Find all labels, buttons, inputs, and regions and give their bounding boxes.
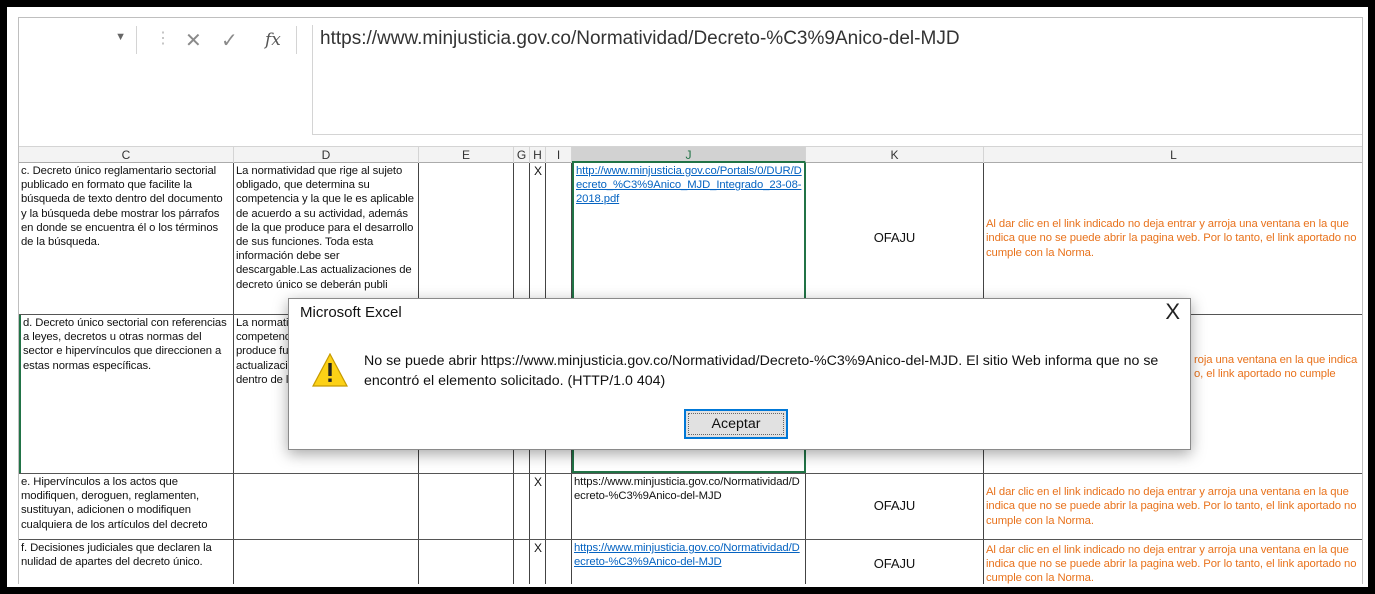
cell-i[interactable] [546, 474, 572, 539]
name-box[interactable]: ▼ [19, 26, 137, 54]
cell-l[interactable]: Al dar clic en el link indicado no deja … [984, 540, 1362, 584]
cell-k[interactable]: OFAJU [806, 540, 984, 584]
cell-d[interactable]: La normatividad que rige al sujeto oblig… [234, 163, 419, 314]
table-row: c. Decreto único reglamentario sectorial… [19, 163, 1362, 315]
screenshot-frame: ▼ ⋮ ✕ ✓ fx https://www.minjusticia.gov.c… [7, 7, 1368, 587]
column-header-c[interactable]: C [19, 147, 234, 163]
cell-j-link[interactable]: https://www.minjusticia.gov.co/Normativi… [572, 474, 806, 539]
column-headers: C D E G H I J K L [19, 146, 1362, 163]
cell-k[interactable]: OFAJU [806, 163, 984, 314]
cell-c[interactable]: f. Decisiones judiciales que declaren la… [19, 540, 234, 584]
accept-button[interactable]: Aceptar [684, 409, 788, 439]
column-header-h[interactable]: H [530, 147, 546, 163]
cell-e[interactable] [419, 163, 514, 314]
cell-d[interactable] [234, 540, 419, 584]
cell-l[interactable]: Al dar clic en el link indicado no deja … [984, 474, 1362, 539]
cell-h[interactable]: X [530, 163, 546, 314]
column-header-j[interactable]: J [572, 147, 806, 163]
formula-input[interactable]: https://www.minjusticia.gov.co/Normativi… [312, 25, 1362, 135]
cell-c[interactable]: e. Hipervínculos a los actos que modifiq… [19, 474, 234, 539]
warning-icon [312, 353, 348, 387]
cell-l[interactable]: Al dar clic en el link indicado no deja … [984, 163, 1362, 314]
enter-icon[interactable]: ✓ [221, 28, 238, 53]
cell-c[interactable]: c. Decreto único reglamentario sectorial… [19, 163, 234, 314]
column-header-l[interactable]: L [984, 147, 1362, 163]
dialog-title: Microsoft Excel [300, 304, 402, 321]
column-header-g[interactable]: G [514, 147, 530, 163]
insert-function-icon[interactable]: fx [265, 30, 281, 50]
cell-d[interactable] [234, 474, 419, 539]
table-row: e. Hipervínculos a los actos que modifiq… [19, 474, 1362, 540]
formula-buttons: ✕ ✓ fx [171, 26, 297, 54]
cell-h[interactable]: X [530, 540, 546, 584]
table-row: f. Decisiones judiciales que declaren la… [19, 540, 1362, 584]
cell-k[interactable]: OFAJU [806, 474, 984, 539]
cell-i[interactable] [546, 163, 572, 314]
chevron-down-icon[interactable]: ▼ [115, 31, 126, 43]
cell-i[interactable] [546, 540, 572, 584]
dialog-message: No se puede abrir https://www.minjustici… [364, 353, 1159, 389]
error-dialog: Microsoft Excel X No se puede abrir http… [288, 298, 1191, 450]
cell-h[interactable]: X [530, 474, 546, 539]
cell-g[interactable] [514, 474, 530, 539]
cell-c[interactable]: d. Decreto único sectorial con referenci… [19, 315, 234, 473]
cancel-icon[interactable]: ✕ [185, 28, 202, 53]
column-header-e[interactable]: E [419, 147, 514, 163]
cell-g[interactable] [514, 163, 530, 314]
cell-e[interactable] [419, 474, 514, 539]
cell-j-link[interactable]: https://www.minjusticia.gov.co/Normativi… [572, 540, 806, 584]
column-header-d[interactable]: D [234, 147, 419, 163]
cell-j-link[interactable]: http://www.minjusticia.gov.co/Portals/0/… [572, 163, 806, 314]
cell-g[interactable] [514, 540, 530, 584]
column-header-k[interactable]: K [806, 147, 984, 163]
cell-e[interactable] [419, 540, 514, 584]
close-icon[interactable]: X [1165, 299, 1180, 325]
column-header-i[interactable]: I [546, 147, 572, 163]
formula-bar-grip-icon: ⋮ [155, 30, 171, 47]
formula-bar: ▼ ⋮ ✕ ✓ fx https://www.minjusticia.gov.c… [19, 18, 1362, 146]
